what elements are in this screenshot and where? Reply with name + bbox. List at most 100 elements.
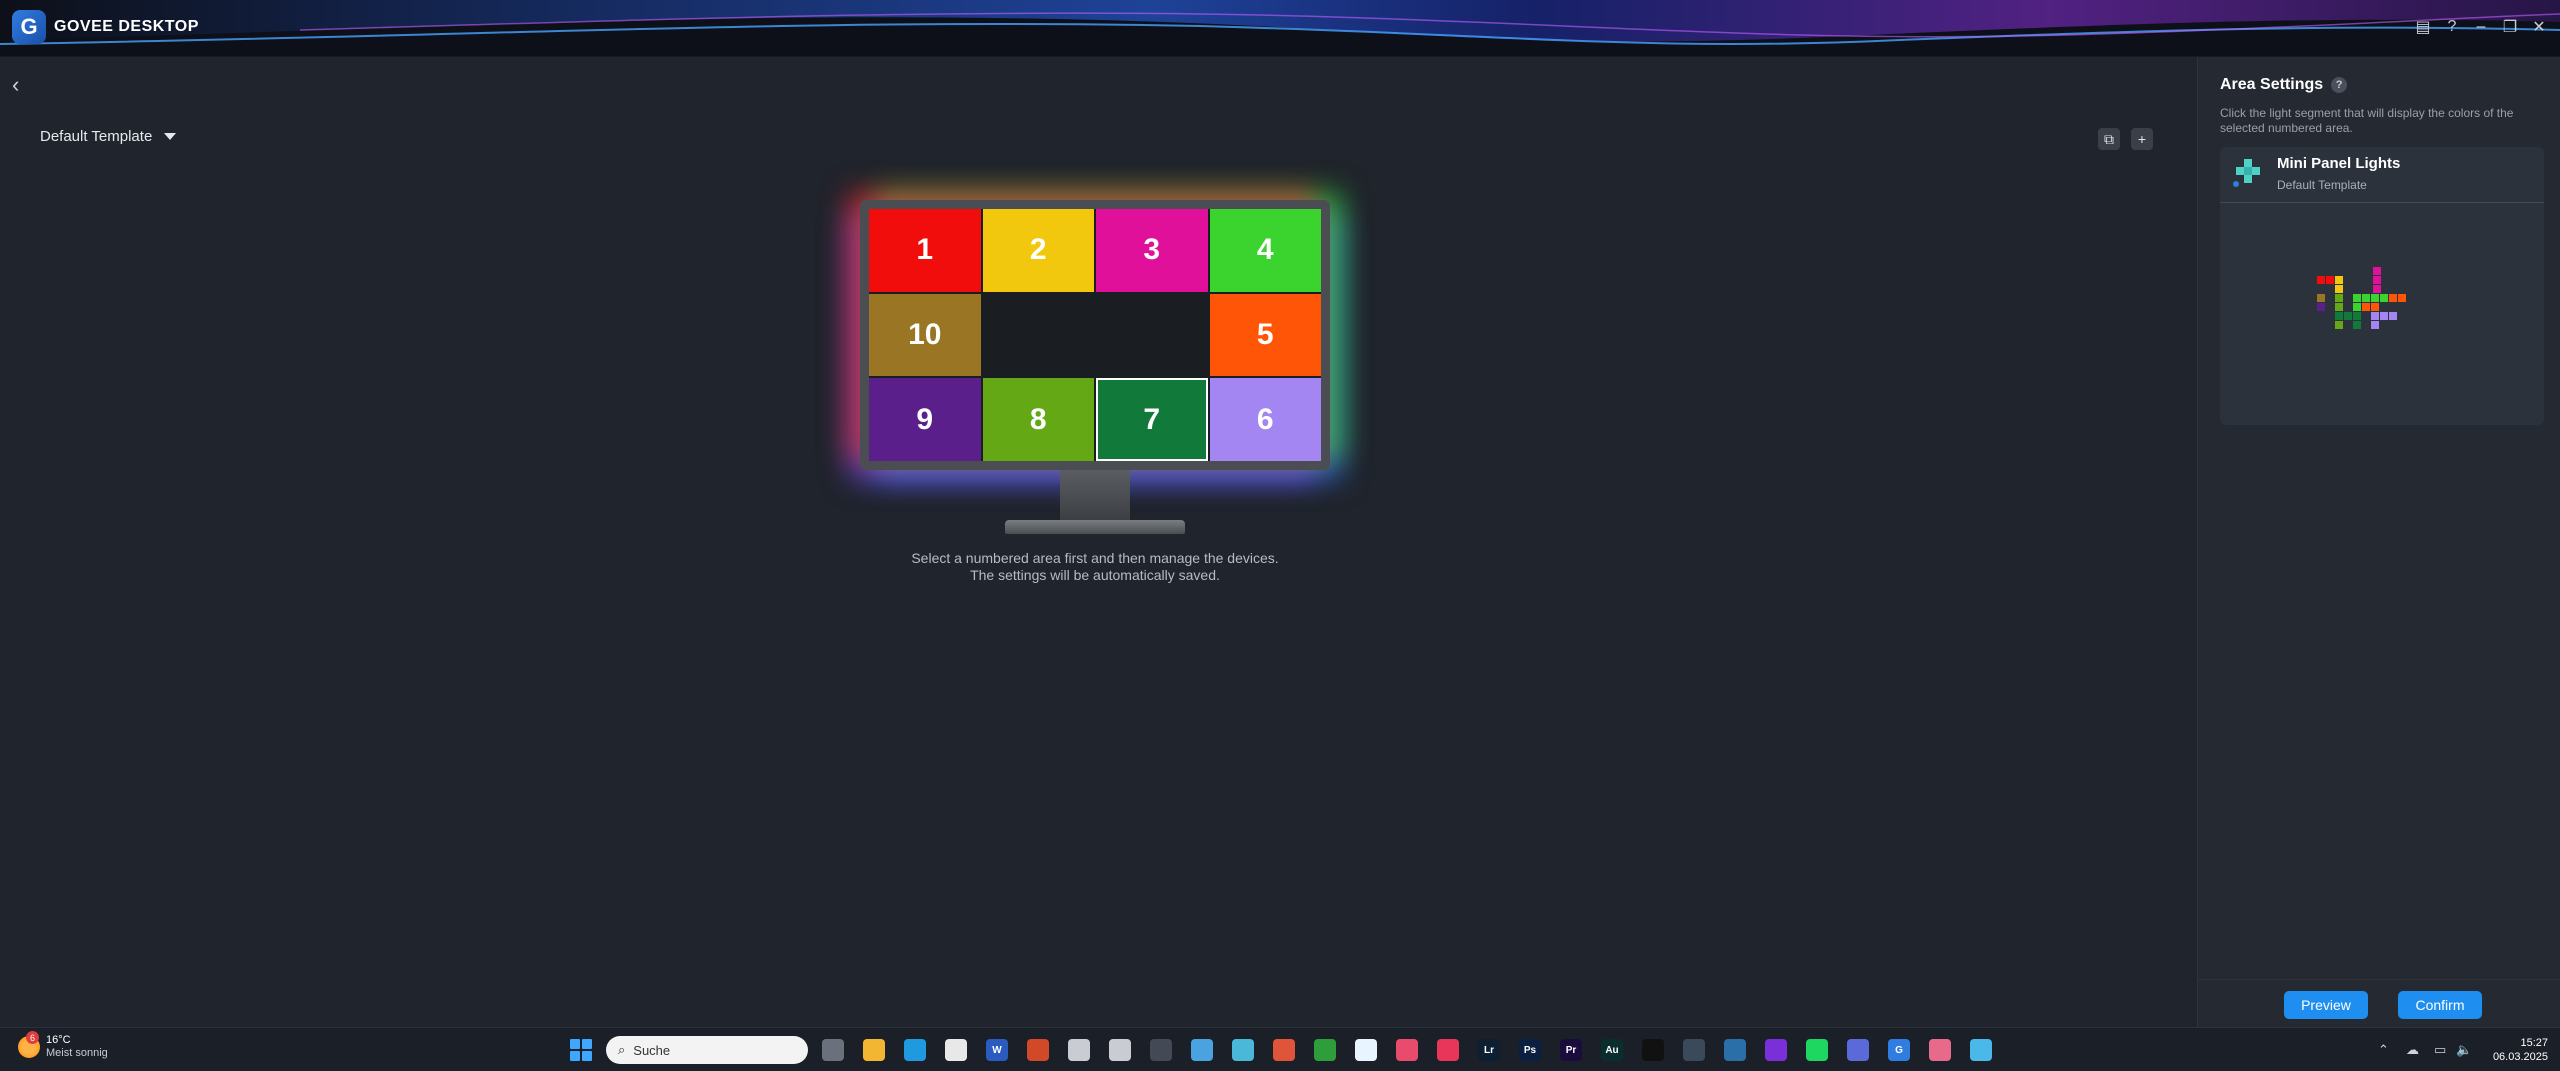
monitor-preview: 1 2 3 4 10 5 9 8 7 6 (860, 200, 1330, 540)
header-wave-decoration (0, 0, 2560, 45)
windows-taskbar: 6 16°C Meist sonnig ⌕ Suche W Lr Ps Pr Au G ⌃… (0, 1027, 2560, 1071)
volume-icon[interactable]: 🔈 (2456, 1042, 2472, 1058)
area-cell-8[interactable]: 8 (982, 378, 1094, 461)
question-icon[interactable]: ? (2331, 77, 2348, 93)
confirm-button[interactable]: Confirm (2398, 991, 2482, 1019)
edge-icon[interactable] (904, 1039, 926, 1061)
panel-segment[interactable] (2371, 294, 2379, 302)
panel-segment[interactable] (2389, 312, 2397, 320)
panel-segment[interactable] (2362, 294, 2370, 302)
copy-icon: ⧉ (2104, 130, 2114, 147)
area-cell-2[interactable]: 2 (982, 209, 1094, 292)
panel-segment[interactable] (2335, 294, 2343, 302)
weather-description: Meist sonnig (46, 1047, 108, 1059)
log-button[interactable]: ▤ (2410, 14, 2436, 40)
area-cell-4[interactable]: 4 (1209, 209, 1321, 292)
network-icon[interactable]: ▭ (2434, 1042, 2446, 1058)
add-template-button[interactable]: + (2131, 128, 2153, 150)
govee-taskbar-icon[interactable]: G (1888, 1039, 1910, 1061)
lightroom-icon[interactable]: Lr (1478, 1039, 1500, 1061)
panel-segment[interactable] (2389, 294, 2397, 302)
circle-app-icon[interactable] (1765, 1039, 1787, 1061)
system-clock[interactable]: 15:27 06.03.2025 (2490, 1036, 2548, 1064)
spotify-icon[interactable] (1806, 1039, 1828, 1061)
photo-app-icon[interactable] (1683, 1039, 1705, 1061)
back-button[interactable]: ‹ (12, 74, 36, 98)
start-button[interactable] (570, 1039, 592, 1061)
audition-icon[interactable]: Au (1601, 1039, 1623, 1061)
powerpoint-icon[interactable] (1027, 1039, 1049, 1061)
copy-template-button[interactable]: ⧉ (2098, 128, 2120, 150)
terminal-icon[interactable] (1150, 1039, 1172, 1061)
screen-app-icon[interactable] (1191, 1039, 1213, 1061)
area-cell-7[interactable]: 7 (1096, 378, 1208, 461)
panel-segment[interactable] (2335, 285, 2343, 293)
panel-segment[interactable] (2335, 276, 2343, 284)
restore-button[interactable]: ❐ (2497, 14, 2523, 40)
chevron-up-icon[interactable]: ⌃ (2378, 1042, 2389, 1058)
app-ring-icon[interactable] (1068, 1039, 1090, 1061)
panel-segment[interactable] (2398, 294, 2406, 302)
panel-segment[interactable] (2335, 303, 2343, 311)
panel-segment[interactable] (2362, 303, 2370, 311)
cloud-app-icon[interactable] (1355, 1039, 1377, 1061)
panel-segment[interactable] (2326, 294, 2334, 302)
close-button[interactable]: ✕ (2526, 14, 2552, 40)
panel-segment[interactable] (2371, 312, 2379, 320)
panel-segment[interactable] (2373, 285, 2381, 293)
area-cell-5[interactable]: 5 (1209, 293, 1321, 377)
music-app-icon[interactable] (1437, 1039, 1459, 1061)
template-dropdown[interactable]: Default Template (40, 128, 177, 145)
file-explorer-icon[interactable] (863, 1039, 885, 1061)
notepad-icon[interactable] (1970, 1039, 1992, 1061)
panel-segment[interactable] (2353, 321, 2361, 329)
device-name: Mini Panel Lights (2277, 155, 2401, 172)
onedrive-icon[interactable]: ☁ (2406, 1042, 2419, 1058)
panel-segment[interactable] (2353, 303, 2361, 311)
panel-segment[interactable] (2371, 321, 2379, 329)
panel-segment[interactable] (2335, 321, 2343, 329)
premiere-icon[interactable]: Pr (1560, 1039, 1582, 1061)
gallery-app-icon[interactable] (1929, 1039, 1951, 1061)
panel-segment[interactable] (2380, 312, 2388, 320)
panel-segment[interactable] (2326, 276, 2334, 284)
color-app-icon[interactable] (1396, 1039, 1418, 1061)
weather-widget[interactable]: 6 16°C Meist sonnig (18, 1031, 108, 1060)
area-cell-9[interactable]: 9 (869, 378, 981, 461)
panel-segment[interactable] (2317, 276, 2325, 284)
task-view-icon[interactable] (822, 1039, 844, 1061)
xbox-icon[interactable] (1314, 1039, 1336, 1061)
minimize-button[interactable]: – (2468, 14, 2494, 40)
area-grid: 1 2 3 4 10 5 9 8 7 6 (869, 209, 1321, 461)
device-card[interactable]: Mini Panel Lights Default Template (2220, 147, 2544, 425)
globe-app-icon[interactable] (1847, 1039, 1869, 1061)
panel-segment[interactable] (2353, 294, 2361, 302)
window-app-icon[interactable] (1232, 1039, 1254, 1061)
panel-layout-map[interactable] (2315, 267, 2445, 357)
logo-letter: G (20, 14, 38, 39)
steam-icon[interactable] (1724, 1039, 1746, 1061)
creative-app-icon[interactable] (1273, 1039, 1295, 1061)
panel-segment[interactable] (2353, 312, 2361, 320)
dark-app-icon[interactable] (1642, 1039, 1664, 1061)
area-cell-3[interactable]: 3 (1096, 209, 1208, 292)
panel-segment[interactable] (2373, 267, 2381, 275)
panel-segment[interactable] (2317, 294, 2325, 302)
word-icon[interactable]: W (986, 1039, 1008, 1061)
preview-button[interactable]: Preview (2284, 991, 2368, 1019)
help-button[interactable]: ? (2439, 14, 2465, 40)
taskbar-search[interactable]: ⌕ Suche (606, 1036, 808, 1064)
panel-segment[interactable] (2344, 312, 2352, 320)
panel-segment[interactable] (2373, 276, 2381, 284)
panel-segment[interactable] (2371, 303, 2379, 311)
area-cell-1[interactable]: 1 (869, 209, 981, 292)
panel-segment[interactable] (2317, 303, 2325, 311)
photoshop-icon[interactable]: Ps (1519, 1039, 1541, 1061)
app-dial-icon[interactable] (1109, 1039, 1131, 1061)
panel-segment[interactable] (2335, 312, 2343, 320)
area-cell-10[interactable]: 10 (869, 293, 981, 377)
store-icon[interactable] (945, 1039, 967, 1061)
device-template: Default Template (2277, 178, 2367, 192)
panel-segment[interactable] (2380, 294, 2388, 302)
area-cell-6[interactable]: 6 (1209, 378, 1321, 461)
